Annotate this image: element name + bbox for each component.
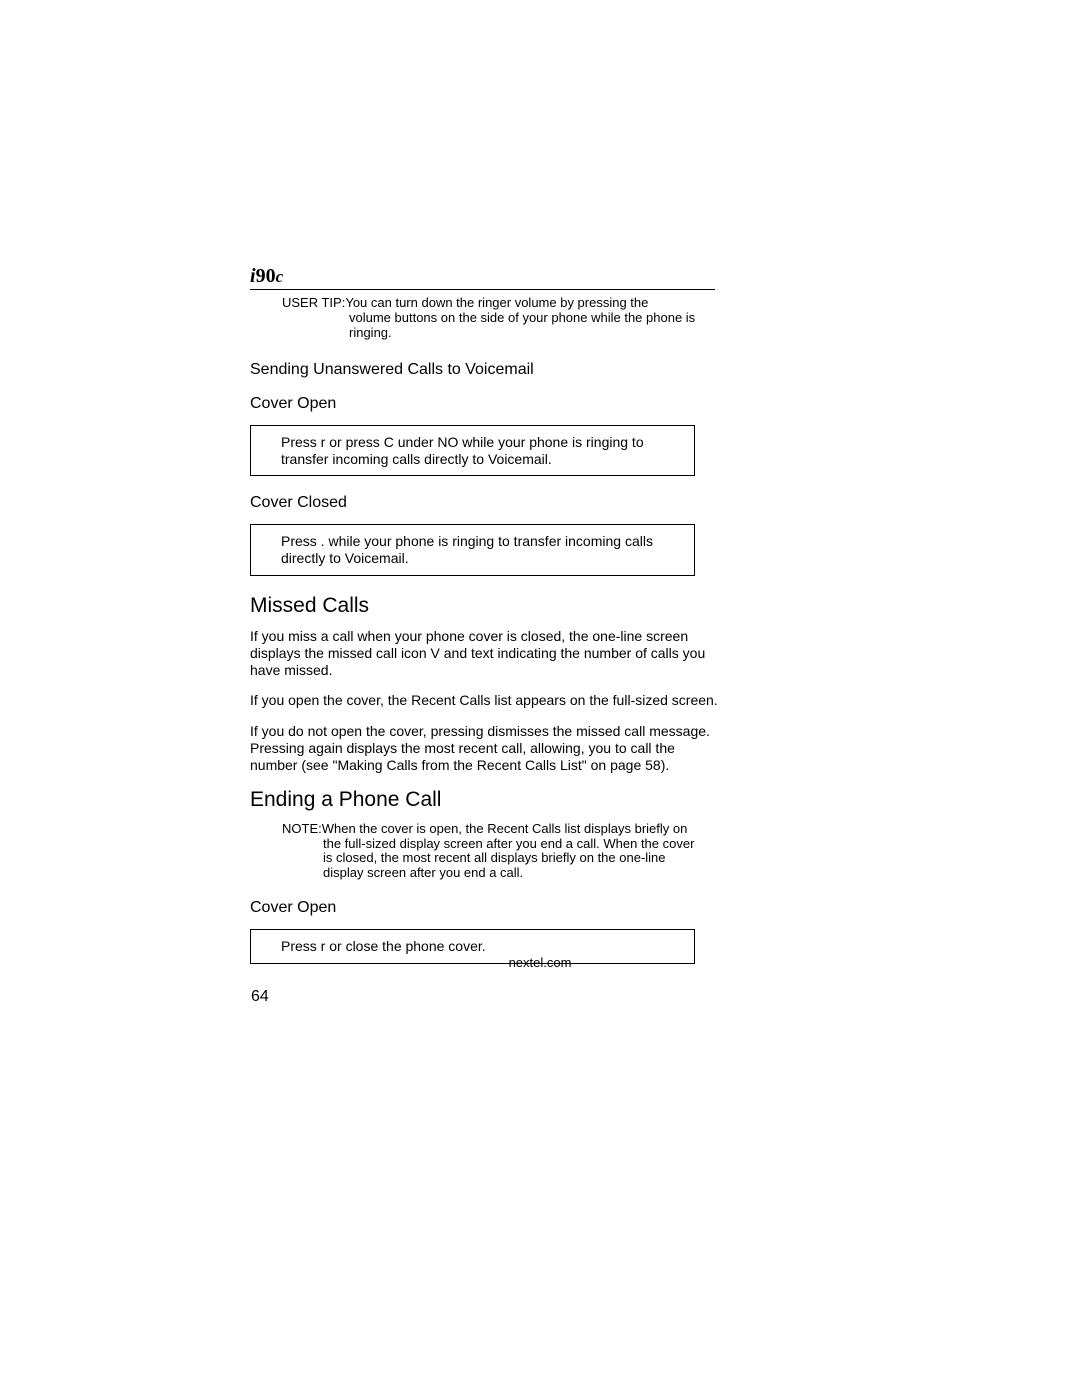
tip-text-line2: volume buttons on the side of your phone… [349,311,790,326]
model-number: 90 [256,265,276,287]
sub-cover-open-1: Cover Open [250,395,790,413]
model-suffix: c [276,267,284,286]
page-number: 64 [251,988,269,1006]
missed-calls-para3: If you do not open the cover, pressing d… [250,723,720,773]
footer-domain: nextel.com [0,955,1080,970]
note-line3: is closed, the most recent all displays … [323,851,790,866]
note-label: NOTE: [282,821,322,836]
instruction-box-cover-open-1: Press r or press C under NO while your p… [250,425,695,477]
heading-ending-call: Ending a Phone Call [250,788,790,812]
para2-part-b: Recent Calls [411,692,490,708]
user-tip-block: USER TIP:You can turn down the ringer vo… [282,296,790,341]
para3-part-c: ). [661,757,670,773]
page-content: i90c USER TIP:You can turn down the ring… [250,265,790,982]
note-line1: When the cover is open, the Recent Calls… [322,821,688,836]
para2-part-a: If you open the cover, the [250,692,411,708]
para3-part-b: "Making Calls from the Recent Calls List… [332,757,660,773]
note-line2: the full-sized display screen after you … [323,837,790,852]
section-sending-calls-title: Sending Unanswered Calls to Voicemail [250,361,790,379]
missed-calls-para1: If you miss a call when your phone cover… [250,628,720,678]
tip-text-line3: ringing. [349,326,790,341]
para2-part-c: list appears on the full-sized screen. [490,692,717,708]
note-block: NOTE:When the cover is open, the Recent … [282,822,790,882]
sub-cover-closed: Cover Closed [250,494,790,512]
tip-text-line1: You can turn down the ringer volume by p… [345,295,648,310]
note-line4: display screen after you end a call. [323,866,790,881]
heading-missed-calls: Missed Calls [250,594,790,618]
sub-cover-open-2: Cover Open [250,899,790,917]
header-model: i90c [250,265,715,290]
missed-calls-para2: If you open the cover, the Recent Calls … [250,692,720,709]
instruction-box-cover-closed: Press . while your phone is ringing to t… [250,524,695,576]
tip-label: USER TIP: [282,295,345,310]
